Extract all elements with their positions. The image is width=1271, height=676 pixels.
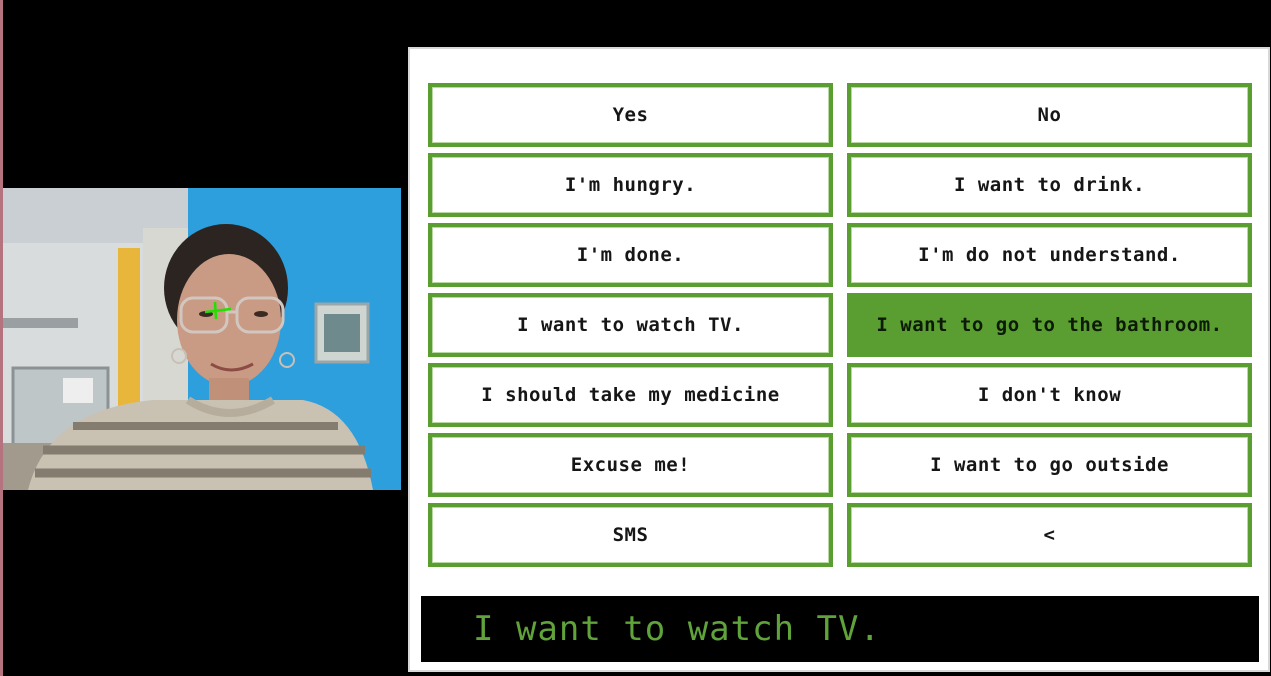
phrase-grid: Yes No I'm hungry. I want to drink. I'm … (428, 83, 1254, 569)
output-display: I want to watch TV. (421, 596, 1259, 662)
phrase-button-done[interactable]: I'm done. (428, 223, 833, 287)
output-text: I want to watch TV. (473, 609, 881, 649)
phrase-button-no[interactable]: No (847, 83, 1252, 147)
phrase-button-yes[interactable]: Yes (428, 83, 833, 147)
sms-button[interactable]: SMS (428, 503, 833, 567)
phrase-button-excuse-me[interactable]: Excuse me! (428, 433, 833, 497)
phrase-button-go-outside[interactable]: I want to go outside (847, 433, 1252, 497)
phrase-button-watch-tv[interactable]: I want to watch TV. (428, 293, 833, 357)
phrase-board: Yes No I'm hungry. I want to drink. I'm … (408, 47, 1270, 672)
phrase-button-dont-know[interactable]: I don't know (847, 363, 1252, 427)
phrase-button-medicine[interactable]: I should take my medicine (428, 363, 833, 427)
phrase-button-drink[interactable]: I want to drink. (847, 153, 1252, 217)
webcam-feed (3, 188, 401, 490)
phrase-button-not-understand[interactable]: I'm do not understand. (847, 223, 1252, 287)
crosshair-icon (204, 301, 232, 320)
back-button[interactable]: < (847, 503, 1252, 567)
app-window: Yes No I'm hungry. I want to drink. I'm … (0, 0, 1271, 676)
phrase-button-bathroom[interactable]: I want to go to the bathroom. (847, 293, 1252, 357)
phrase-button-hungry[interactable]: I'm hungry. (428, 153, 833, 217)
